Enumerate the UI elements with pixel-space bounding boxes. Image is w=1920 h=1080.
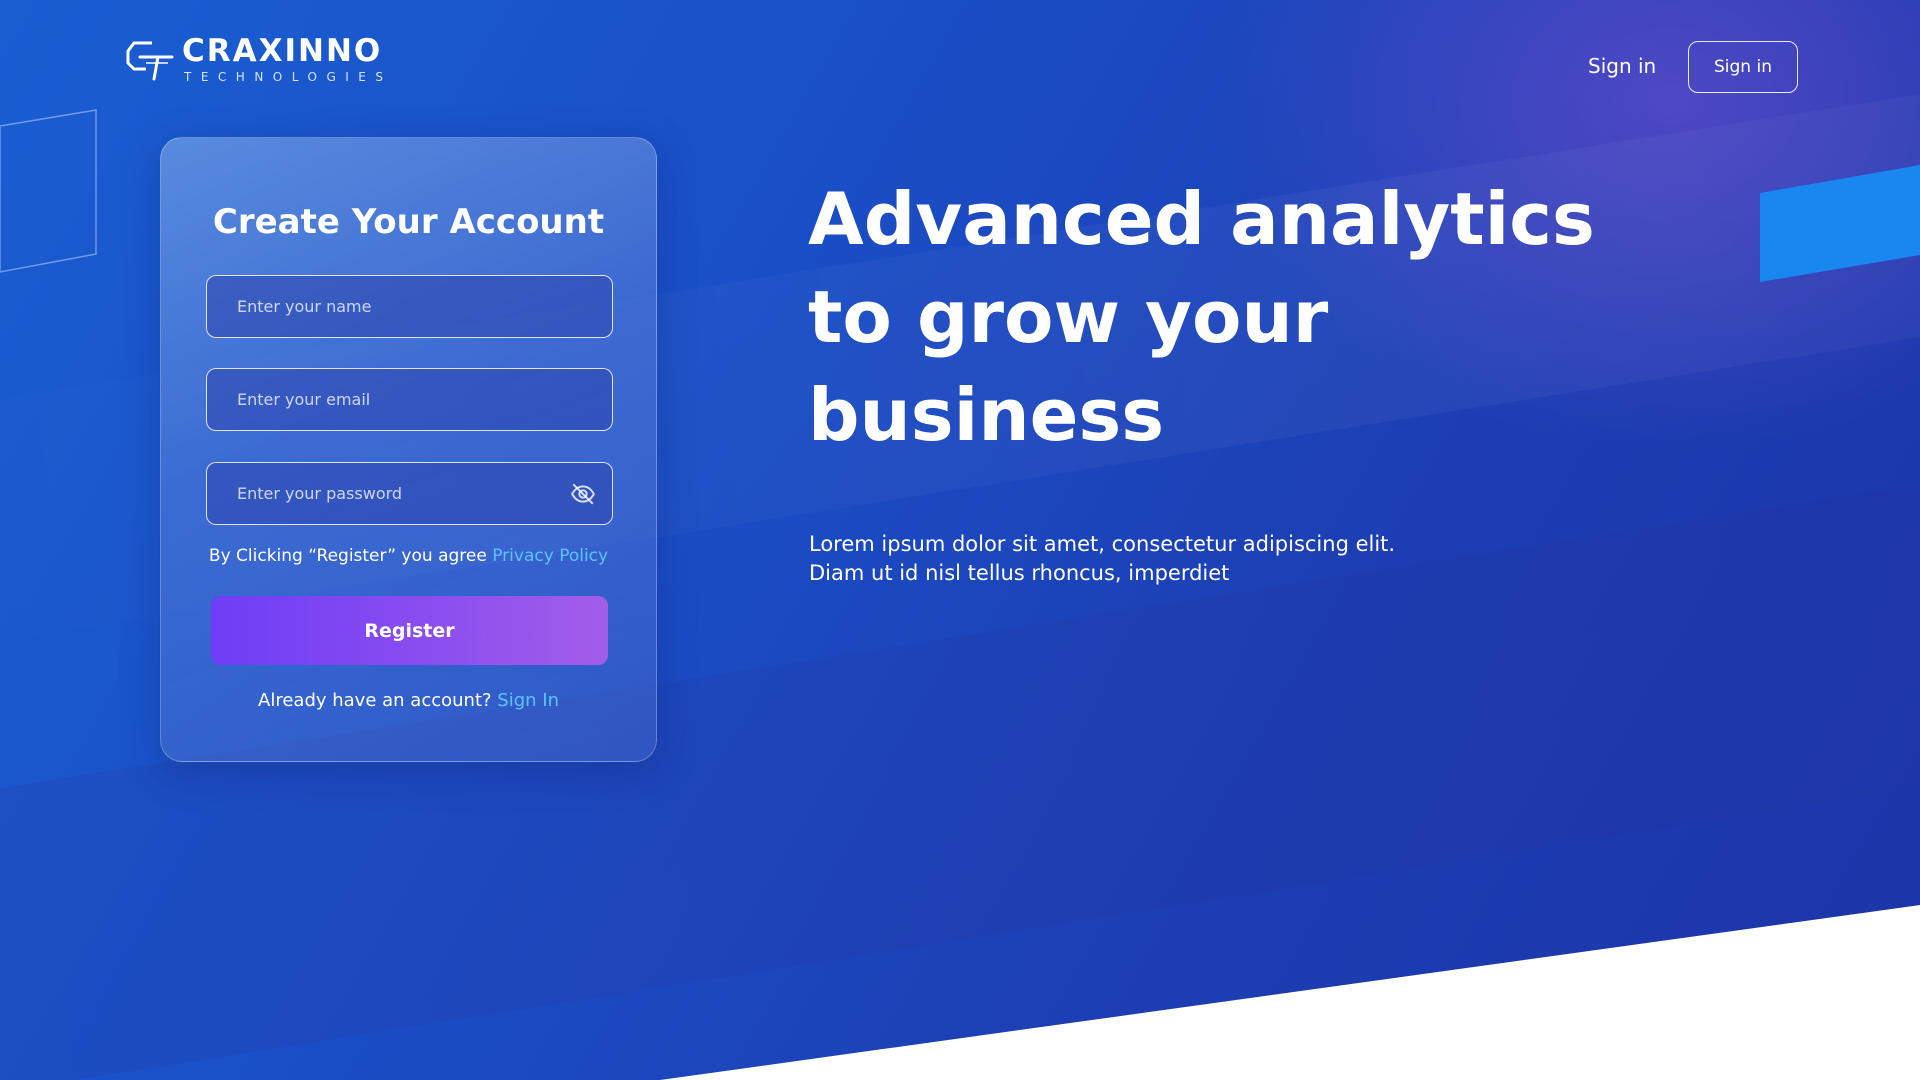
landing-page: CRAXINNO TECHNOLOGIES Sign in Sign in Cr…: [0, 0, 1920, 1080]
decorative-accent-shape: [1760, 165, 1920, 282]
decorative-outline-shape: [0, 109, 97, 273]
hero-title: Advanced analytics to grow your business: [808, 170, 1628, 464]
name-field-wrapper: [206, 275, 613, 338]
password-input[interactable]: [207, 463, 568, 524]
register-card: Create Your Account By Clicking “Registe…: [160, 137, 657, 762]
eye-off-icon: [571, 483, 595, 504]
hero-description: Lorem ipsum dolor sit amet, consectetur …: [809, 530, 1509, 588]
ct-logo-icon: [126, 41, 174, 80]
brand-tagline: TECHNOLOGIES: [184, 70, 393, 84]
signin-prompt-text: Already have an account?: [258, 690, 498, 711]
hero-title-line: to grow your: [808, 275, 1329, 359]
privacy-policy-link[interactable]: Privacy Policy: [492, 546, 608, 566]
email-field-wrapper: [206, 368, 613, 431]
hero-title-line: business: [808, 373, 1165, 457]
nav-signin-button[interactable]: Sign in: [1688, 41, 1798, 93]
password-visibility-toggle[interactable]: [568, 479, 598, 509]
brand-wordmark: CRAXINNO TECHNOLOGIES: [182, 33, 393, 84]
signin-prompt: Already have an account? Sign In: [161, 690, 656, 711]
terms-text: By Clicking “Register” you agree Privacy…: [161, 546, 656, 566]
nav-signin-link[interactable]: Sign in: [1588, 54, 1656, 78]
email-input[interactable]: [207, 369, 612, 430]
password-field-wrapper: [206, 462, 613, 525]
terms-prefix: By Clicking “Register” you agree: [208, 546, 493, 566]
hero-title-line: Advanced analytics: [808, 177, 1595, 261]
hero-description-line: Lorem ipsum dolor sit amet, consectetur …: [809, 532, 1396, 556]
register-button[interactable]: Register: [211, 596, 608, 665]
name-input[interactable]: [207, 276, 612, 337]
card-title: Create Your Account: [212, 202, 605, 242]
signin-link[interactable]: Sign In: [497, 690, 559, 711]
hero-description-line: Diam ut id nisl tellus rhoncus, imperdie…: [809, 561, 1230, 585]
brand-name: CRAXINNO: [182, 33, 383, 69]
brand-logo[interactable]: CRAXINNO TECHNOLOGIES: [124, 36, 392, 83]
